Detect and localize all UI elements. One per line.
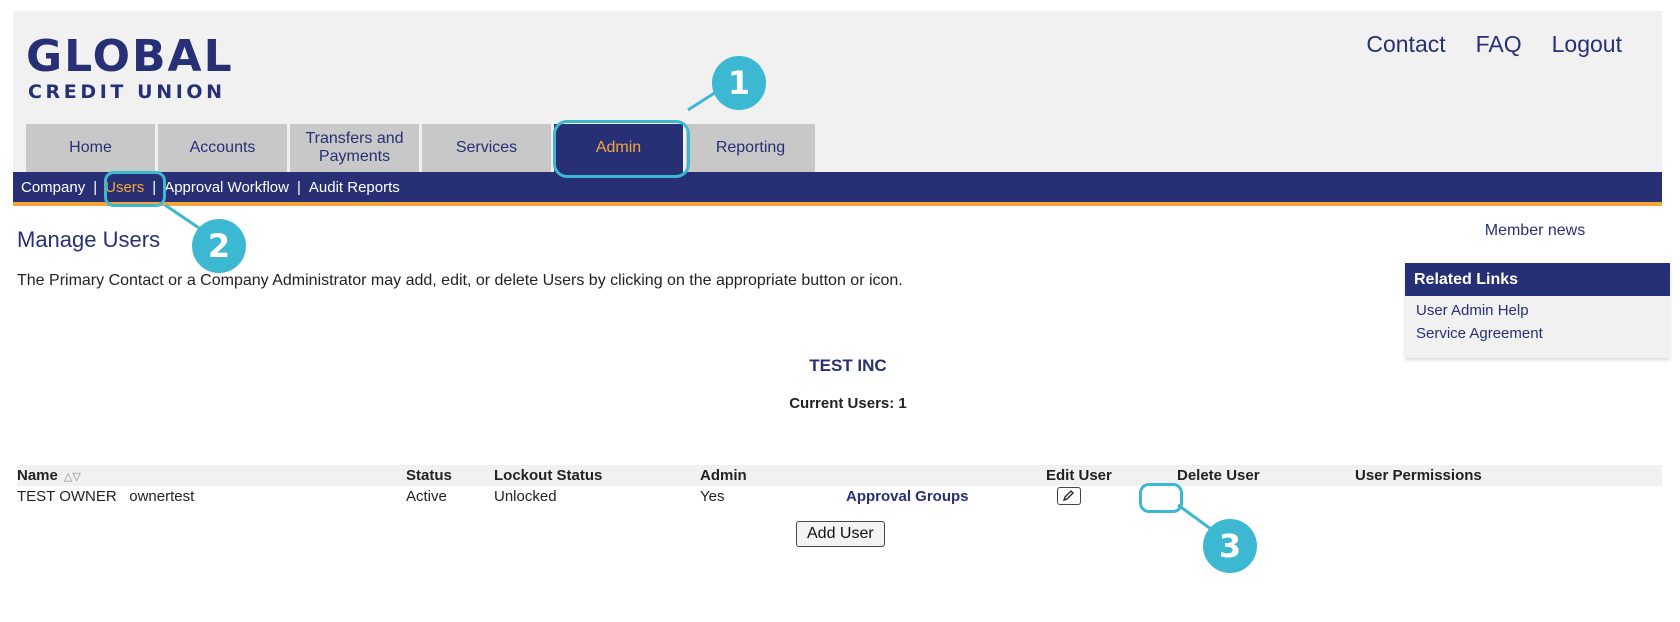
column-header-status: Status: [406, 465, 494, 486]
table-header-row: Name △▽ Status Lockout Status Admin Edit …: [17, 465, 1662, 486]
logout-link[interactable]: Logout: [1552, 31, 1622, 58]
page-title: Manage Users: [17, 227, 161, 252]
callout-3-badge: 3: [1203, 519, 1257, 573]
delete-user-cell: [1177, 486, 1355, 506]
tab-accounts[interactable]: Accounts: [158, 124, 287, 172]
tab-reporting[interactable]: Reporting: [686, 124, 815, 172]
column-header-lockout-status: Lockout Status: [494, 465, 700, 486]
company-name: TEST INC: [809, 356, 887, 375]
callout-2-badge: 2: [192, 219, 246, 273]
sort-icon[interactable]: △▽: [64, 471, 81, 483]
user-username: ownertest: [129, 487, 195, 505]
header-label: Name: [17, 467, 58, 484]
logo-sub: CREDIT UNION: [28, 81, 226, 103]
user-permissions-cell: [1355, 486, 1662, 506]
faq-link[interactable]: FAQ: [1476, 31, 1522, 58]
logo-main: GLOBAL: [26, 31, 234, 82]
current-users-count: 1: [898, 395, 907, 412]
table-row: TEST OWNER ownertest Active Unlocked Yes…: [17, 486, 1662, 506]
main-tabs: Home Accounts Transfers and Payments Ser…: [26, 124, 815, 172]
column-header-delete-user: Delete User: [1177, 465, 1355, 486]
user-admin: Yes: [700, 487, 725, 505]
user-status: Active: [406, 487, 447, 505]
column-header-blank: [846, 465, 1046, 486]
user-admin-help-link[interactable]: User Admin Help: [1405, 302, 1670, 319]
callout-1-badge: 1: [712, 56, 766, 110]
user-name: TEST OWNER: [17, 487, 117, 505]
current-users: Current Users: 1: [713, 395, 983, 412]
top-links: Contact FAQ Logout: [1366, 31, 1622, 58]
column-header-name[interactable]: Name △▽: [17, 465, 406, 486]
service-agreement-link[interactable]: Service Agreement: [1405, 325, 1670, 342]
edit-button-highlight: [1139, 483, 1183, 513]
edit-user-button[interactable]: [1057, 486, 1081, 505]
users-table: Name △▽ Status Lockout Status Admin Edit …: [17, 465, 1662, 506]
intro-text: The Primary Contact or a Company Adminis…: [17, 272, 903, 289]
related-links-box: Related Links User Admin Help Service Ag…: [1405, 263, 1670, 358]
sub-navigation: Company | Users | Approval Workflow | Au…: [13, 172, 1662, 206]
subnav-company[interactable]: Company: [13, 179, 93, 196]
subnav-audit-reports[interactable]: Audit Reports: [301, 179, 408, 196]
current-users-label: Current Users:: [789, 395, 895, 412]
admin-tab-highlight: [553, 120, 690, 178]
tab-home[interactable]: Home: [26, 124, 155, 172]
contact-link[interactable]: Contact: [1366, 31, 1445, 58]
column-header-admin: Admin: [700, 465, 846, 486]
user-name-cell: TEST OWNER ownertest: [17, 486, 406, 506]
logo: GLOBAL CREDIT UNION: [26, 31, 234, 104]
users-highlight: [104, 171, 166, 207]
add-user-button[interactable]: Add User: [796, 521, 885, 547]
related-links-title: Related Links: [1405, 263, 1670, 296]
pencil-icon: [1062, 489, 1074, 501]
member-news-link[interactable]: Member news: [1400, 222, 1670, 240]
approval-groups-link[interactable]: Approval Groups: [846, 488, 969, 505]
subnav-approval-workflow[interactable]: Approval Workflow: [156, 179, 297, 196]
tab-services[interactable]: Services: [422, 124, 551, 172]
tab-transfers-and-payments[interactable]: Transfers and Payments: [290, 124, 419, 172]
user-lockout-status: Unlocked: [494, 487, 557, 505]
column-header-user-permissions: User Permissions: [1355, 465, 1662, 486]
